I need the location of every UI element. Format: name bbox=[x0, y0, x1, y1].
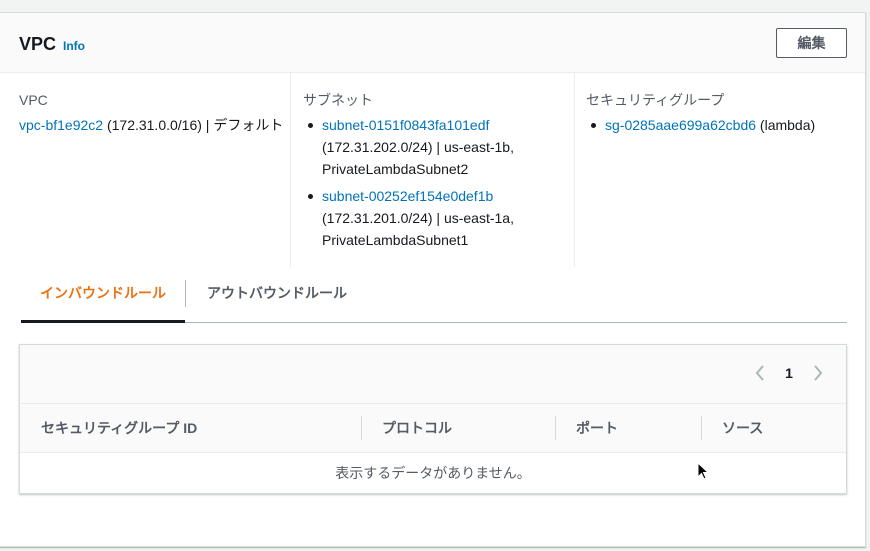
vpc-detail: (172.31.0.0/16) | デフォルト bbox=[106, 117, 284, 133]
list-item: subnet-00252ef154e0def1b (172.31.201.0/2… bbox=[303, 185, 574, 251]
subnet-detail: (172.31.202.0/24) | us-east-1b, PrivateL… bbox=[322, 139, 514, 177]
pagination: 1 bbox=[748, 361, 830, 385]
column-divider[interactable] bbox=[701, 416, 702, 440]
column-header-source[interactable]: ソース bbox=[722, 404, 763, 453]
security-group-label: セキュリティグループ bbox=[586, 92, 725, 108]
panel-title: VPC bbox=[19, 34, 57, 54]
vpc-details: VPC vpc-bf1e92c2 (172.31.0.0/16) | デフォルト… bbox=[0, 73, 865, 267]
table-toolbar: 1 bbox=[20, 345, 846, 404]
column-header-protocol[interactable]: プロトコル bbox=[382, 404, 452, 453]
page-number[interactable]: 1 bbox=[772, 365, 806, 381]
list-item: subnet-0151f0843fa101edf (172.31.202.0/2… bbox=[303, 114, 574, 180]
subnet-label: サブネット bbox=[303, 92, 373, 108]
vpc-label: VPC bbox=[19, 92, 48, 108]
column-divider[interactable] bbox=[555, 416, 556, 440]
security-group-column: セキュリティグループ sg-0285aae699a62cbd6 (lambda) bbox=[574, 73, 864, 267]
list-item: sg-0285aae699a62cbd6 (lambda) bbox=[586, 114, 864, 136]
column-divider[interactable] bbox=[361, 416, 362, 440]
previous-page-icon[interactable] bbox=[748, 361, 772, 385]
subnet-id-link[interactable]: subnet-0151f0843fa101edf bbox=[322, 117, 489, 133]
next-page-icon[interactable] bbox=[806, 361, 830, 385]
security-group-list: sg-0285aae699a62cbd6 (lambda) bbox=[586, 114, 864, 136]
vpc-id-link[interactable]: vpc-bf1e92c2 bbox=[19, 117, 103, 133]
rules-tabs: インバウンドルール アウトバウンドルール bbox=[21, 275, 847, 323]
rules-table: 1 セキュリティグループ ID プロトコル ポート ソース 表示するデータがあり… bbox=[19, 344, 847, 494]
subnet-detail: (172.31.201.0/24) | us-east-1a, PrivateL… bbox=[322, 210, 514, 248]
tab-outbound-rules[interactable]: アウトバウンドルール bbox=[207, 275, 347, 323]
column-header-port[interactable]: ポート bbox=[576, 404, 618, 453]
vpc-column: VPC vpc-bf1e92c2 (172.31.0.0/16) | デフォルト bbox=[19, 73, 289, 267]
subnet-id-link[interactable]: subnet-00252ef154e0def1b bbox=[322, 188, 493, 204]
tab-inbound-rules[interactable]: インバウンドルール bbox=[21, 275, 185, 323]
column-header-security-group-id[interactable]: セキュリティグループ ID bbox=[41, 404, 197, 453]
info-link[interactable]: Info bbox=[63, 39, 85, 53]
panel-header: VPC Info 編集 bbox=[0, 13, 865, 73]
subnet-list: subnet-0151f0843fa101edf (172.31.202.0/2… bbox=[303, 114, 574, 251]
edit-button[interactable]: 編集 bbox=[776, 28, 847, 58]
table-header: セキュリティグループ ID プロトコル ポート ソース bbox=[20, 404, 846, 453]
security-group-id-link[interactable]: sg-0285aae699a62cbd6 bbox=[605, 117, 756, 133]
subnet-column: サブネット subnet-0151f0843fa101edf (172.31.2… bbox=[290, 73, 574, 267]
empty-table-message: 表示するデータがありません。 bbox=[335, 465, 531, 481]
mouse-pointer-icon bbox=[697, 462, 709, 480]
vpc-value: vpc-bf1e92c2 (172.31.0.0/16) | デフォルト bbox=[19, 114, 289, 136]
tab-divider bbox=[185, 280, 186, 307]
security-group-detail: (lambda) bbox=[759, 117, 816, 133]
